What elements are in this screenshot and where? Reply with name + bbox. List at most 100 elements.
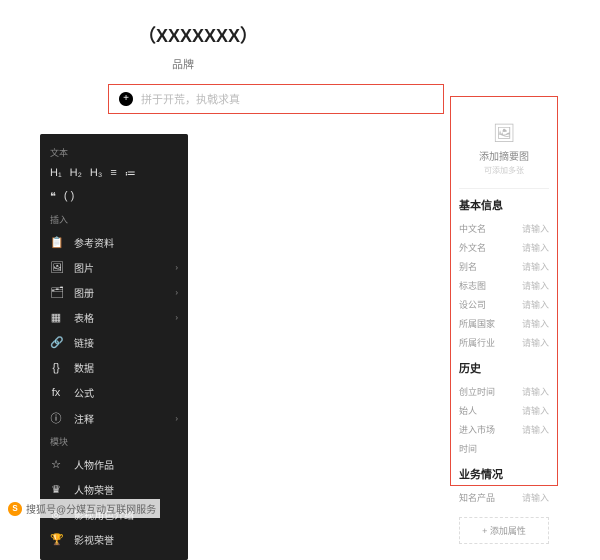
insert-icon: 🔗 xyxy=(50,336,62,349)
basic-field-1[interactable]: 外文名 请输入 xyxy=(459,238,549,257)
watermark-text: 搜狐号@分媒互动互联网服务 xyxy=(26,501,156,516)
field-label: 进入市场 xyxy=(459,423,495,436)
sohu-logo-icon: S xyxy=(8,502,22,516)
insert-label: 注释 xyxy=(74,411,163,426)
page-title: （XXXXXXX） xyxy=(138,22,600,48)
field-label: 所属行业 xyxy=(459,336,495,349)
add-attribute-button[interactable]: + 添加属性 xyxy=(459,517,549,544)
insert-icon: ▦ xyxy=(50,311,62,324)
basic-field-4[interactable]: 设公司 请输入 xyxy=(459,295,549,314)
insert-icon: fx xyxy=(50,387,62,399)
module-label: 影视荣誉 xyxy=(74,532,178,547)
insert-icon: 🗂 xyxy=(50,286,62,299)
field-value: 请输入 xyxy=(522,385,549,398)
quote-row: ❝ ( ) xyxy=(40,186,188,209)
field-value: 请输入 xyxy=(522,241,549,254)
field-value: 请输入 xyxy=(522,298,549,311)
field-value: 请输入 xyxy=(522,336,549,349)
history-title: 历史 xyxy=(459,360,549,376)
h2-button[interactable]: H₂ xyxy=(70,167,82,180)
page-subtitle: 品牌 xyxy=(172,56,600,72)
watermark: S 搜狐号@分媒互动互联网服务 xyxy=(4,499,160,518)
field-value: 请输入 xyxy=(522,404,549,417)
insert-label: 公式 xyxy=(74,385,178,400)
insert-icon: ⓘ xyxy=(50,410,62,426)
insert-label: 图片 xyxy=(74,260,163,275)
field-value: 请输入 xyxy=(522,260,549,273)
field-label: 知名产品 xyxy=(459,491,495,504)
field-label: 标志图 xyxy=(459,279,486,292)
module-item-3[interactable]: 🏆 影视荣誉 xyxy=(40,527,188,552)
insert-icon: {} xyxy=(50,362,62,374)
module-label: 人物作品 xyxy=(74,457,178,472)
insert-item-4[interactable]: 🔗 链接 xyxy=(40,330,188,355)
module-label: 人物荣誉 xyxy=(74,482,178,497)
insert-item-3[interactable]: ▦ 表格 › xyxy=(40,305,188,330)
format-toolbar: 文本 H₁ H₂ H₃ ≡ ≔ ❝ ( ) 插入 📋 参考资料 🖼 图片 › 🗂 图册 › ▦ 表… xyxy=(40,134,188,560)
insert-item-7[interactable]: ⓘ 注释 › xyxy=(40,405,188,431)
basic-field-0[interactable]: 中文名 请输入 xyxy=(459,219,549,238)
field-value: 请输入 xyxy=(522,423,549,436)
insert-item-5[interactable]: {} 数据 xyxy=(40,355,188,380)
basic-field-3[interactable]: 标志图 请输入 xyxy=(459,276,549,295)
insert-label: 链接 xyxy=(74,335,178,350)
main-input-container[interactable]: + 拼于开荒，执戟求真 xyxy=(108,84,444,114)
field-value: 请输入 xyxy=(522,491,549,504)
insert-item-2[interactable]: 🗂 图册 › xyxy=(40,280,188,305)
insert-item-0[interactable]: 📋 参考资料 xyxy=(40,230,188,255)
add-image-label: 添加摘要图 xyxy=(459,148,549,163)
biz-field-0[interactable]: 知名产品 请输入 xyxy=(459,488,549,507)
paren-button[interactable]: ( ) xyxy=(64,190,74,203)
basic-field-5[interactable]: 所属国家 请输入 xyxy=(459,314,549,333)
insert-icon: 📋 xyxy=(50,236,62,249)
field-label: 时间 xyxy=(459,442,477,455)
right-panel: 🖼 添加摘要图 可添加多张 基本信息 中文名请输入外文名请输入别名请输入标志图请… xyxy=(450,96,558,486)
image-icon: 🖼 xyxy=(459,123,549,144)
history-field-1[interactable]: 始人 请输入 xyxy=(459,401,549,420)
insert-label: 参考资料 xyxy=(74,235,178,250)
chevron-right-icon: › xyxy=(175,313,178,322)
field-label: 设公司 xyxy=(459,298,486,311)
insert-item-6[interactable]: fx 公式 xyxy=(40,380,188,405)
list-ol-button[interactable]: ≔ xyxy=(125,167,136,180)
field-label: 外文名 xyxy=(459,241,486,254)
basic-info-title: 基本信息 xyxy=(459,197,549,213)
list-ul-button[interactable]: ≡ xyxy=(110,167,116,180)
module-icon: ♛ xyxy=(50,483,62,496)
module-section-label: 模块 xyxy=(40,431,188,452)
insert-item-1[interactable]: 🖼 图片 › xyxy=(40,255,188,280)
history-field-0[interactable]: 创立时间 请输入 xyxy=(459,382,549,401)
module-icon: ☆ xyxy=(50,458,62,471)
add-image-box[interactable]: 🖼 添加摘要图 可添加多张 xyxy=(459,105,549,189)
plus-icon[interactable]: + xyxy=(119,92,133,106)
field-label: 始人 xyxy=(459,404,477,417)
h3-button[interactable]: H₃ xyxy=(90,167,102,180)
insert-label: 图册 xyxy=(74,285,163,300)
history-field-3[interactable]: 时间 xyxy=(459,439,549,458)
field-value: 请输入 xyxy=(522,279,549,292)
input-placeholder: 拼于开荒，执戟求真 xyxy=(141,91,240,107)
field-label: 别名 xyxy=(459,260,477,273)
basic-field-6[interactable]: 所属行业 请输入 xyxy=(459,333,549,352)
history-field-2[interactable]: 进入市场 请输入 xyxy=(459,420,549,439)
basic-field-2[interactable]: 别名 请输入 xyxy=(459,257,549,276)
quote-button[interactable]: ❝ xyxy=(50,190,56,203)
insert-icon: 🖼 xyxy=(50,261,62,274)
heading-row: H₁ H₂ H₃ ≡ ≔ xyxy=(40,163,188,186)
biz-title: 业务情况 xyxy=(459,466,549,482)
h1-button[interactable]: H₁ xyxy=(50,167,62,180)
insert-label: 表格 xyxy=(74,310,163,325)
chevron-right-icon: › xyxy=(175,288,178,297)
field-value: 请输入 xyxy=(522,317,549,330)
field-value: 请输入 xyxy=(522,222,549,235)
chevron-right-icon: › xyxy=(175,414,178,423)
field-label: 创立时间 xyxy=(459,385,495,398)
text-section-label: 文本 xyxy=(40,142,188,163)
field-label: 所属国家 xyxy=(459,317,495,330)
insert-section-label: 插入 xyxy=(40,209,188,230)
insert-label: 数据 xyxy=(74,360,178,375)
module-icon: 🏆 xyxy=(50,533,62,546)
module-item-0[interactable]: ☆ 人物作品 xyxy=(40,452,188,477)
chevron-right-icon: › xyxy=(175,263,178,272)
field-label: 中文名 xyxy=(459,222,486,235)
